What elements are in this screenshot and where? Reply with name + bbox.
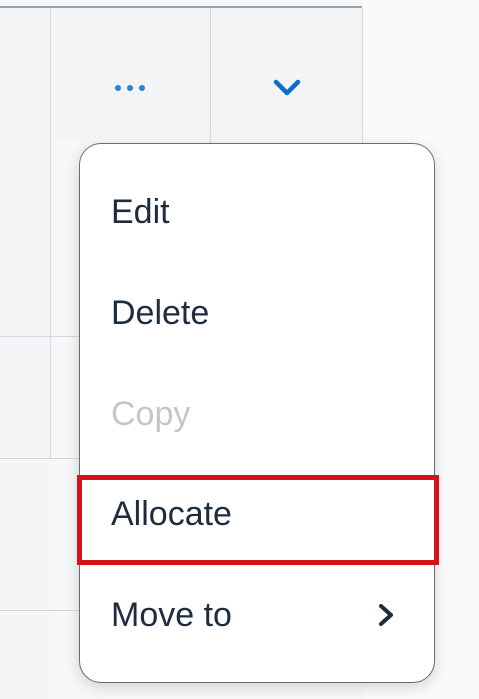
table-left-column	[0, 8, 50, 699]
chevron-down-icon	[273, 79, 301, 96]
menu-item-move-to[interactable]: Move to	[80, 567, 434, 663]
menu-item-copy: Copy	[80, 366, 434, 462]
row-divider	[0, 610, 80, 611]
row-divider	[0, 458, 80, 459]
menu-item-label: Move to	[111, 595, 232, 634]
more-horizontal-icon-dot	[127, 85, 133, 91]
menu-item-label: Edit	[111, 192, 170, 231]
more-options-button[interactable]	[100, 68, 160, 108]
column-divider	[362, 8, 363, 143]
column-divider	[210, 8, 211, 143]
menu-item-label: Copy	[111, 394, 191, 433]
menu-item-edit[interactable]: Edit	[80, 164, 434, 260]
context-menu: Edit Delete Copy Allocate Move to	[79, 143, 435, 683]
menu-item-label: Allocate	[111, 494, 232, 533]
chevron-right-icon	[379, 604, 393, 626]
row-divider	[0, 336, 80, 337]
more-horizontal-icon-dot	[139, 85, 145, 91]
menu-item-label: Delete	[111, 293, 210, 332]
more-horizontal-icon-dot	[115, 85, 121, 91]
column-divider	[50, 8, 51, 458]
expand-button[interactable]	[260, 68, 314, 108]
menu-item-allocate[interactable]: Allocate	[80, 466, 434, 562]
menu-item-delete[interactable]: Delete	[80, 265, 434, 361]
table-top-border	[0, 6, 362, 8]
